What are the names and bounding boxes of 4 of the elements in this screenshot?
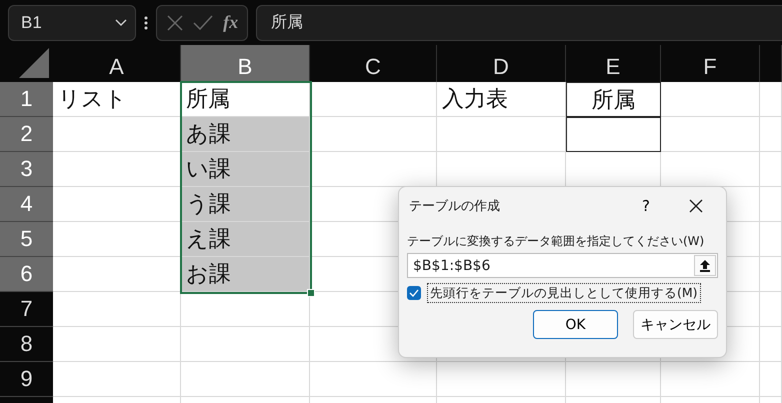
cell-text: リスト: [58, 86, 127, 114]
dialog-title: テーブルの作成: [408, 198, 501, 215]
cell-text: 入力表: [442, 86, 508, 114]
range-label: テーブルに変換するデータ範囲を指定してください(W): [407, 233, 706, 249]
